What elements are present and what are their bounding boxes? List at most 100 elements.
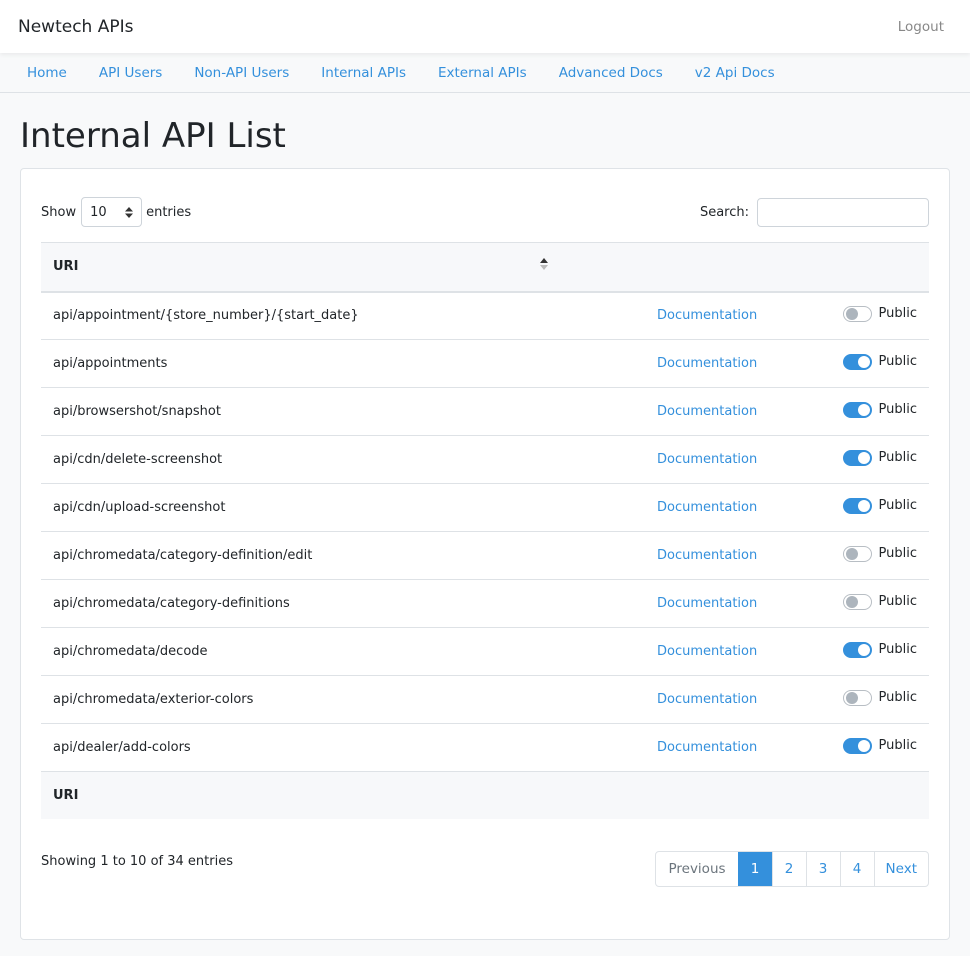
doc-cell: Documentation xyxy=(645,579,815,628)
table-header-row: URI xyxy=(41,242,929,293)
toggle-knob xyxy=(845,307,858,320)
pagination-page-4[interactable]: 4 xyxy=(839,852,874,886)
page-length-control: Show 10 entries xyxy=(41,197,191,227)
public-toggle[interactable] xyxy=(842,305,872,322)
public-cell: Public xyxy=(815,579,929,628)
nav-internal-apis[interactable]: Internal APIs xyxy=(305,65,422,81)
uri-header-label: URI xyxy=(53,259,79,275)
table-row: api/cdn/delete-screenshot Documentation Pu… xyxy=(41,435,929,484)
doc-cell: Documentation xyxy=(645,627,815,676)
uri-cell: api/dealer/add-colors xyxy=(41,723,645,772)
toggle-knob xyxy=(857,355,870,368)
nav-api-users[interactable]: API Users xyxy=(83,65,178,81)
public-toggle-wrap: Public xyxy=(842,641,917,658)
public-toggle[interactable] xyxy=(842,593,872,610)
documentation-link[interactable]: Documentation xyxy=(657,548,757,563)
public-toggle-wrap: Public xyxy=(842,593,917,610)
entries-label: entries xyxy=(146,204,192,220)
public-toggle[interactable] xyxy=(842,401,872,418)
documentation-link[interactable]: Documentation xyxy=(657,692,757,707)
search-control: Search: xyxy=(700,197,929,227)
table-row: api/chromedata/category-definition/edit D… xyxy=(41,531,929,580)
nav-home[interactable]: Home xyxy=(11,65,83,81)
documentation-link[interactable]: Documentation xyxy=(657,452,757,467)
doc-cell: Documentation xyxy=(645,675,815,724)
page-title: Internal API List xyxy=(20,116,286,156)
nav-non-api-users[interactable]: Non-API Users xyxy=(178,65,305,81)
uri-column-footer: URI xyxy=(41,771,929,819)
search-input[interactable] xyxy=(757,197,929,227)
select-arrows-icon xyxy=(125,206,134,218)
uri-cell: api/chromedata/category-definitions xyxy=(41,579,645,628)
documentation-link[interactable]: Documentation xyxy=(657,308,757,323)
public-cell: Public xyxy=(815,435,929,484)
public-label: Public xyxy=(878,738,917,753)
uri-column-header[interactable]: URI xyxy=(41,242,929,293)
table-controls: Show 10 entries Search: xyxy=(41,197,929,227)
table-row: api/chromedata/decode Documentation Public xyxy=(41,627,929,676)
public-cell: Public xyxy=(815,291,929,340)
doc-cell: Documentation xyxy=(645,339,815,388)
public-label: Public xyxy=(878,450,917,465)
public-label: Public xyxy=(878,594,917,609)
public-toggle[interactable] xyxy=(842,737,872,754)
public-toggle-wrap: Public xyxy=(842,545,917,562)
public-toggle-wrap: Public xyxy=(842,401,917,418)
public-toggle[interactable] xyxy=(842,497,872,514)
uri-cell: api/chromedata/category-definition/edit xyxy=(41,531,645,580)
uri-cell: api/cdn/delete-screenshot xyxy=(41,435,645,484)
toggle-knob xyxy=(845,691,858,704)
pagination-page-2[interactable]: 2 xyxy=(771,852,806,886)
nav-external-apis[interactable]: External APIs xyxy=(422,65,543,81)
doc-cell: Documentation xyxy=(645,435,815,484)
public-toggle[interactable] xyxy=(842,353,872,370)
public-toggle-wrap: Public xyxy=(842,737,917,754)
table-info: Showing 1 to 10 of 34 entries xyxy=(41,854,233,869)
main-nav: Home API Users Non-API Users Internal AP… xyxy=(0,53,970,93)
uri-cell: api/chromedata/exterior-colors xyxy=(41,675,645,724)
sort-icon[interactable] xyxy=(539,256,549,272)
pagination-page-3[interactable]: 3 xyxy=(805,852,840,886)
public-label: Public xyxy=(878,546,917,561)
pagination-previous[interactable]: Previous xyxy=(656,852,737,886)
documentation-link[interactable]: Documentation xyxy=(657,404,757,419)
pagination-next[interactable]: Next xyxy=(873,852,928,886)
table-row: api/appointments Documentation Public xyxy=(41,339,929,388)
logout-link[interactable]: Logout xyxy=(898,19,944,35)
public-toggle[interactable] xyxy=(842,641,872,658)
public-cell: Public xyxy=(815,339,929,388)
page-length-select[interactable]: 10 xyxy=(81,197,143,227)
toggle-knob xyxy=(857,403,870,416)
uri-cell: api/appointment/{store_number}/{start_da… xyxy=(41,291,645,340)
documentation-link[interactable]: Documentation xyxy=(657,356,757,371)
public-cell: Public xyxy=(815,675,929,724)
uri-cell: api/cdn/upload-screenshot xyxy=(41,483,645,532)
public-toggle[interactable] xyxy=(842,689,872,706)
public-toggle[interactable] xyxy=(842,449,872,466)
table-row: api/dealer/add-colors Documentation Public xyxy=(41,723,929,772)
public-toggle-wrap: Public xyxy=(842,689,917,706)
brand-title[interactable]: Newtech APIs xyxy=(18,17,133,37)
table-row: api/cdn/upload-screenshot Documentation Pu… xyxy=(41,483,929,532)
search-label: Search: xyxy=(699,204,749,220)
page-length-value: 10 xyxy=(90,204,107,220)
public-cell: Public xyxy=(815,723,929,772)
documentation-link[interactable]: Documentation xyxy=(657,596,757,611)
table-row: api/chromedata/exterior-colors Documentat… xyxy=(41,675,929,724)
documentation-link[interactable]: Documentation xyxy=(657,740,757,755)
public-cell: Public xyxy=(815,627,929,676)
public-label: Public xyxy=(878,306,917,322)
pagination-page-1[interactable]: 1 xyxy=(737,852,772,886)
api-table: URI api/appointment/{store_number}/{star… xyxy=(41,242,929,819)
nav-advanced-docs[interactable]: Advanced Docs xyxy=(543,65,679,81)
public-toggle-wrap: Public xyxy=(842,305,917,322)
doc-cell: Documentation xyxy=(645,723,815,772)
nav-v2-api-docs[interactable]: v2 Api Docs xyxy=(679,65,791,81)
top-bar: Newtech APIs Logout xyxy=(0,0,970,53)
toggle-knob xyxy=(857,499,870,512)
public-toggle[interactable] xyxy=(842,545,872,562)
table-row: api/chromedata/category-definitions Docum… xyxy=(41,579,929,628)
pagination: Previous 1 2 3 4 Next xyxy=(655,851,929,887)
documentation-link[interactable]: Documentation xyxy=(657,500,757,515)
documentation-link[interactable]: Documentation xyxy=(657,644,757,659)
